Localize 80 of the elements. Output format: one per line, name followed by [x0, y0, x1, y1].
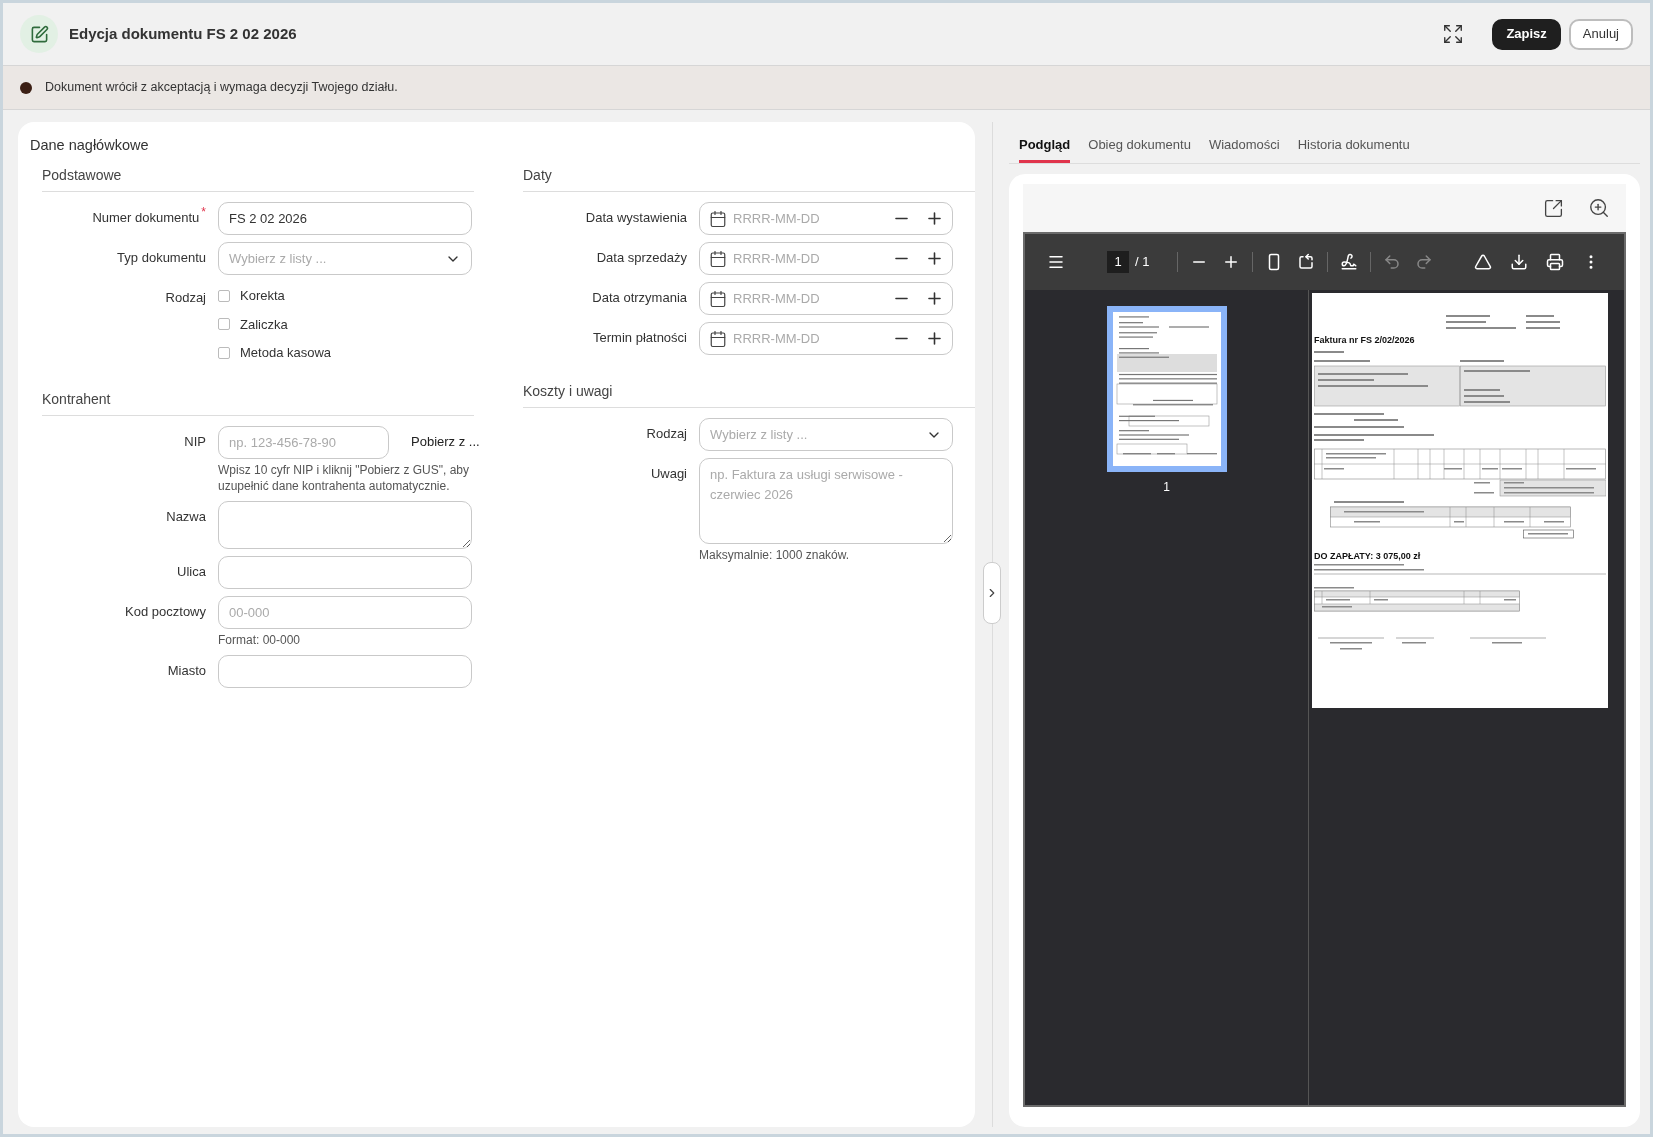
tab[interactable]: Wiadomości: [1208, 134, 1280, 163]
hint-text: Maksymalnie: 1000 znaków.: [699, 547, 851, 563]
field-label: Miasto: [167, 662, 206, 678]
date-field[interactable]: RRRR-MM-DD: [699, 242, 953, 275]
text-area[interactable]: np. Faktura za usługi serwisowe - czerwiec 2026: [699, 458, 953, 544]
calendar-icon[interactable]: [709, 289, 727, 308]
required-mark: *: [201, 205, 206, 219]
hint-text: Format: 00-000: [218, 631, 302, 648]
signature-icon[interactable]: [1340, 253, 1359, 271]
field-label: Data sprzedaży: [596, 250, 687, 265]
field-label: Numer dokumentu: [92, 210, 200, 225]
checkbox[interactable]: [218, 318, 230, 331]
plus-icon[interactable]: [925, 249, 944, 268]
field-label: Termin płatności: [593, 330, 687, 345]
field-label: Data otrzymania: [592, 290, 687, 305]
fetch-button[interactable]: Pobierz z ...: [411, 432, 480, 452]
section-heading: Daty: [523, 167, 552, 183]
zoom-in-icon[interactable]: [1588, 197, 1610, 219]
field-label: NIP: [184, 433, 206, 449]
alert-text: Dokument wrócił z akceptacją i wymaga decyzji Twojego działu.: [45, 79, 398, 97]
date-input[interactable]: RRRR-MM-DD: [733, 208, 853, 229]
expand-icon[interactable]: [1442, 23, 1465, 45]
download-icon[interactable]: [1510, 253, 1528, 271]
text-field[interactable]: [218, 654, 472, 688]
hint-text: Wpisz 10 cyfr NIP i kliknij "Pobierz z GUS", aby uzupełnić dane kontrahenta automatycznie.: [218, 461, 471, 494]
field-label: Typ dokumentu: [117, 250, 206, 265]
save-button[interactable]: Zapisz: [1492, 18, 1561, 50]
tab[interactable]: Historia dokumentu: [1297, 134, 1410, 163]
calendar-icon[interactable]: [709, 249, 727, 268]
thumbnail-label: 1: [1163, 479, 1170, 496]
undo-icon[interactable]: [1383, 253, 1402, 271]
field-label: Ulica: [177, 563, 206, 579]
text-field[interactable]: FS 2 02 2026: [218, 202, 472, 235]
text-field[interactable]: [218, 555, 472, 589]
invoice-title: Faktura nr FS 2/02/2026: [1314, 335, 1416, 346]
tab[interactable]: Podgląd: [1019, 134, 1071, 163]
field-label: Rodzaj: [165, 290, 206, 305]
date-input[interactable]: RRRR-MM-DD: [733, 328, 853, 349]
date-input[interactable]: RRRR-MM-DD: [733, 288, 853, 309]
checkbox[interactable]: [218, 346, 230, 359]
section-heading: Koszty i uwagi: [523, 383, 613, 399]
plus-icon[interactable]: [925, 329, 944, 348]
page-number-field[interactable]: 1: [1107, 251, 1129, 273]
nip-field[interactable]: np. 123-456-78-90: [218, 425, 389, 459]
field-label: Rodzaj: [646, 426, 687, 441]
plus-icon[interactable]: [925, 289, 944, 308]
field-label: Kod pocztowy: [125, 603, 206, 619]
section-heading: Podstawowe: [42, 167, 122, 183]
tab[interactable]: Obieg dokumentu: [1088, 134, 1191, 163]
field-label: Data wystawienia: [585, 210, 687, 225]
calendar-icon[interactable]: [709, 329, 727, 348]
calendar-icon[interactable]: [709, 209, 727, 228]
print-icon[interactable]: [1546, 253, 1564, 271]
collapse-toggle[interactable]: [983, 562, 1001, 624]
checkbox-label: Korekta: [240, 287, 285, 305]
date-field[interactable]: RRRR-MM-DD: [699, 202, 953, 235]
plus-icon[interactable]: [925, 209, 944, 228]
checkbox-label: Metoda kasowa: [240, 344, 332, 362]
form-title: Dane nagłówkowe: [30, 137, 149, 153]
amount-due: DO ZAPŁATY: 3 075,00 zł: [1314, 551, 1422, 562]
page-count: / 1: [1135, 253, 1150, 272]
section-heading: Kontrahent: [42, 390, 111, 407]
date-field[interactable]: RRRR-MM-DD: [699, 282, 953, 315]
field-label: Nazwa: [166, 508, 206, 524]
open-external-icon[interactable]: [1543, 197, 1564, 219]
triangle-icon[interactable]: [1474, 253, 1492, 271]
text-field[interactable]: 00-000: [218, 595, 472, 629]
edit-icon: [20, 15, 58, 53]
checkbox[interactable]: [218, 289, 230, 302]
page-thumbnail[interactable]: [1112, 312, 1221, 466]
menu-icon[interactable]: [1047, 253, 1065, 271]
date-field[interactable]: RRRR-MM-DD: [699, 322, 953, 355]
rotate-icon[interactable]: [1297, 253, 1316, 271]
date-input[interactable]: RRRR-MM-DD: [733, 248, 853, 269]
page-title: Edycja dokumentu FS 2 02 2026: [69, 23, 297, 44]
thumbnail-frame[interactable]: [1106, 306, 1227, 472]
checkbox-label: Zaliczka: [240, 315, 288, 334]
redo-icon[interactable]: [1415, 253, 1434, 271]
field-label: Uwagi: [650, 466, 687, 481]
cancel-button[interactable]: Anuluj: [1568, 18, 1633, 50]
